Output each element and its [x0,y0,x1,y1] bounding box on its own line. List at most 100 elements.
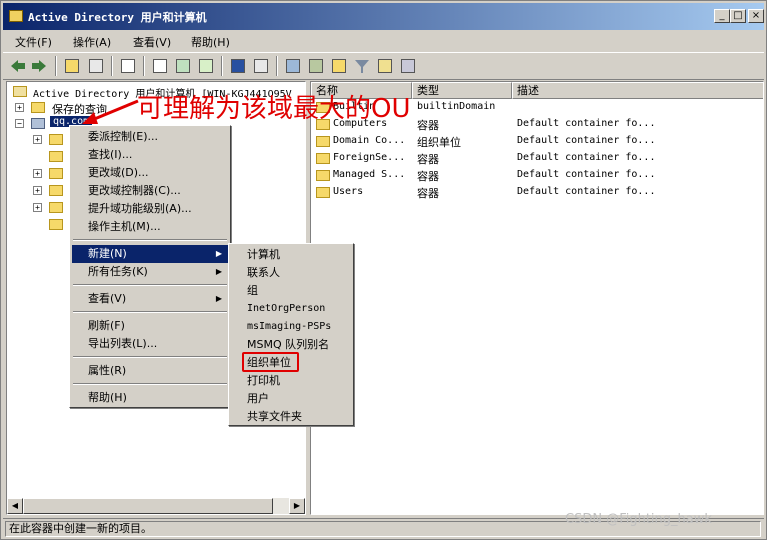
folder-icon [31,102,45,113]
mmc-icon[interactable] [252,57,270,75]
maximize-button[interactable]: □ [730,9,746,23]
export-list-icon[interactable] [197,57,215,75]
menu-item-view[interactable]: 查看(V) ▶ [72,290,228,308]
domain-icon [31,118,45,129]
refresh-icon[interactable] [174,57,192,75]
scroll-right-arrow-icon[interactable]: ▶ [289,498,305,514]
new-group-icon[interactable] [307,57,325,75]
list-item-type: 容器 [417,153,439,166]
properties-icon[interactable] [119,57,137,75]
folder-icon [49,168,63,179]
menu-separator [73,284,227,286]
submenu-item-msimaging-psps[interactable]: msImaging-PSPs [231,318,351,336]
scroll-thumb[interactable] [23,498,273,514]
menu-view[interactable]: 查看(V) [133,34,171,50]
list-pane[interactable]: 名称 类型 描述 Builtin builtinDomain Computers… [310,81,764,515]
menu-item-properties[interactable]: 属性(R) [72,362,228,380]
expand-icon[interactable]: + [33,135,42,144]
submenu-arrow-icon: ▶ [215,267,222,276]
submenu-item-shared-folder[interactable]: 共享文件夹 [231,408,351,426]
list-item-type: builtinDomain [417,101,496,112]
submenu-arrow-icon: ▶ [215,294,222,303]
folder-icon [49,151,63,162]
column-header-type[interactable]: 类型 [412,82,512,99]
menu-item-label: 查看(V) [88,292,127,305]
list-item-desc: Default container fo... [517,152,656,163]
list-item-desc: Default container fo... [517,118,656,129]
back-icon[interactable] [9,57,27,75]
minimize-button[interactable]: _ [714,9,730,23]
submenu-item-inetorgperson[interactable]: InetOrgPerson [231,300,351,318]
menu-item-raise-level[interactable]: 提升域功能级别(A)... [72,200,228,218]
list-item-desc: Default container fo... [517,135,656,146]
list-item[interactable]: Users 容器 Default container fo... [311,184,763,201]
submenu-item-computer[interactable]: 计算机 [231,246,351,264]
menu-file[interactable]: 文件(F) [15,34,52,50]
list-item[interactable]: Domain Co... 组织单位 Default container fo..… [311,133,763,150]
submenu-item-user[interactable]: 用户 [231,390,351,408]
menu-item-export-list[interactable]: 导出列表(L)... [72,335,228,353]
close-button[interactable]: × [748,9,764,23]
new-user-icon[interactable] [284,57,302,75]
title-bar[interactable]: Active Directory 用户和计算机 _ □ × [3,3,764,30]
expand-icon[interactable]: + [33,186,42,195]
add-to-group-icon[interactable] [399,57,417,75]
toolbar-separator [111,56,113,76]
folder-icon [316,170,330,181]
new-submenu: 计算机 联系人 组 InetOrgPerson msImaging-PSPs M… [228,243,354,426]
list-item-name: ForeignSe... [333,152,406,163]
menu-item-all-tasks[interactable]: 所有任务(K) ▶ [72,263,228,281]
tree-horizontal-scrollbar[interactable]: ◀ ▶ [7,498,305,514]
list-item-name: Users [333,186,364,197]
collapse-icon[interactable]: − [15,119,24,128]
submenu-item-printer[interactable]: 打印机 [231,372,351,390]
list-item-type: 组织单位 [417,136,461,149]
submenu-item-group[interactable]: 组 [231,282,351,300]
annotation-arrow-icon [82,99,139,124]
menu-item-change-dc[interactable]: 更改域控制器(C)... [72,182,228,200]
menu-item-new[interactable]: 新建(N) ▶ [72,245,228,263]
expand-icon[interactable]: + [33,203,42,212]
export-icon[interactable] [151,57,169,75]
menu-bar: 文件(F) 操作(A) 查看(V) 帮助(H) [3,31,764,51]
menu-item-change-domain[interactable]: 更改域(D)... [72,164,228,182]
menu-separator [73,311,227,313]
forward-icon[interactable] [30,57,48,75]
submenu-item-contact[interactable]: 联系人 [231,264,351,282]
menu-item-find[interactable]: 查找(I)... [72,146,228,164]
find-icon[interactable] [376,57,394,75]
expand-icon[interactable]: + [15,103,24,112]
list-item[interactable]: ForeignSe... 容器 Default container fo... [311,150,763,167]
toolbar-separator [55,56,57,76]
menu-separator [73,239,227,241]
menu-action[interactable]: 操作(A) [73,34,111,50]
menu-separator [73,356,227,358]
column-header-description[interactable]: 描述 [512,82,763,99]
up-icon[interactable] [63,57,81,75]
menu-help[interactable]: 帮助(H) [191,34,230,50]
highlight-box [242,352,299,372]
folder-icon [49,219,63,230]
filter-icon[interactable] [353,57,371,75]
menu-item-help[interactable]: 帮助(H) [72,389,228,407]
expand-icon[interactable]: + [33,169,42,178]
toolbar-separator [221,56,223,76]
window-title: Active Directory 用户和计算机 [28,11,207,24]
list-item-desc: Default container fo... [517,186,656,197]
menu-item-operations-masters[interactable]: 操作主机(M)... [72,218,228,236]
new-ou-icon[interactable] [330,57,348,75]
list-item-desc: Default container fo... [517,169,656,180]
list-item[interactable]: Managed S... 容器 Default container fo... [311,167,763,184]
show-hide-tree-icon[interactable] [87,57,105,75]
folder-icon [49,185,63,196]
context-menu: 委派控制(E)... 查找(I)... 更改域(D)... 更改域控制器(C).… [69,125,231,408]
list-item-type: 容器 [417,170,439,183]
folder-icon [49,202,63,213]
scroll-left-arrow-icon[interactable]: ◀ [7,498,23,514]
list-item-type: 容器 [417,187,439,200]
menu-item-refresh[interactable]: 刷新(F) [72,317,228,335]
help-icon[interactable] [229,57,247,75]
list-item-name: Managed S... [333,169,406,180]
list-item-name: Domain Co... [333,135,406,146]
menu-item-delegate-control[interactable]: 委派控制(E)... [72,128,228,146]
